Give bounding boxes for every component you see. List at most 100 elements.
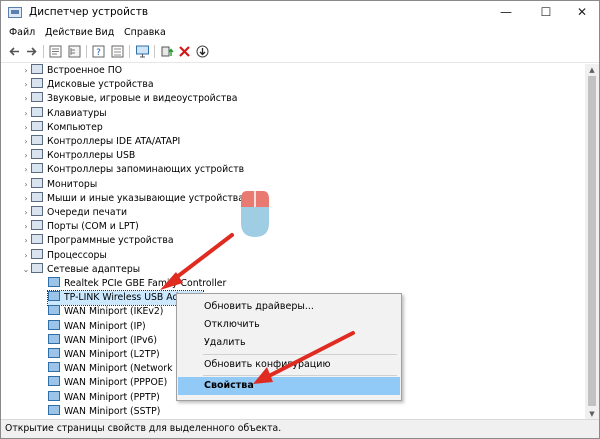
menu-action[interactable]: Действие	[45, 27, 93, 38]
ctx-uninstall[interactable]: Удалить	[178, 334, 400, 352]
device-category-icon	[31, 220, 43, 231]
tree-item-label: WAN Miniport (IKEv2)	[64, 306, 164, 318]
network-adapter-item[interactable]: WAN Miniport (PPPOE)	[48, 376, 167, 390]
tree-item-label: Сетевые адаптеры	[47, 263, 141, 275]
tree-category[interactable]: › Встроенное ПО	[21, 64, 122, 78]
tree-category[interactable]: › Дисковые устройства	[21, 78, 154, 92]
toolbar: ?	[1, 42, 599, 63]
back-icon[interactable]	[7, 44, 22, 59]
tree-category[interactable]: › Клавиатуры	[21, 106, 107, 121]
maximize-button[interactable]: ☐	[531, 1, 561, 23]
expand-right-icon[interactable]: ›	[21, 206, 31, 220]
tree-category[interactable]: › Контроллеры запоминающих устройств	[21, 163, 244, 177]
tree-category[interactable]: › Контроллеры IDE ATA/ATAPI	[21, 135, 180, 149]
network-adapter-icon	[48, 277, 60, 287]
expand-right-icon[interactable]: ›	[21, 249, 31, 263]
expand-down-icon[interactable]: ⌄	[21, 263, 31, 277]
update-driver-icon[interactable]	[159, 44, 174, 59]
expand-right-icon[interactable]: ›	[21, 163, 31, 177]
minimize-button[interactable]: —	[491, 1, 521, 23]
network-adapter-icon	[48, 376, 60, 387]
menu-file[interactable]: Файл	[9, 27, 35, 38]
network-adapter-item[interactable]: WAN Miniport (IP)	[48, 319, 146, 334]
forward-icon[interactable]	[24, 44, 39, 59]
network-adapter-item[interactable]: WAN Miniport (IKEv2)	[48, 305, 163, 319]
network-adapter-item[interactable]: WAN Miniport (SSTP)	[48, 404, 160, 419]
tree-category[interactable]: › Звуковые, игровые и видеоустройства	[21, 92, 237, 106]
tree-item-label: Порты (COM и LPT)	[47, 221, 139, 233]
network-adapter-icon	[48, 348, 60, 358]
ctx-properties[interactable]: Свойства	[178, 377, 400, 395]
device-category-icon	[31, 92, 43, 103]
scroll-up-icon[interactable]: ▲	[585, 64, 599, 76]
tree-category[interactable]: › Программные устройства	[21, 234, 174, 248]
tree-item-label: Контроллеры USB	[47, 150, 136, 162]
tree-item-label: Контроллеры запоминающих устройств	[47, 164, 245, 176]
tree-item-label: WAN Miniport (IPv6)	[64, 334, 158, 346]
tree-item-label: Мониторы	[47, 178, 98, 190]
expand-right-icon[interactable]: ›	[21, 220, 31, 234]
window-title: Диспетчер устройств	[29, 6, 149, 18]
close-button[interactable]: ✕	[567, 1, 597, 23]
expand-right-icon[interactable]: ›	[21, 135, 31, 149]
tree-item-label: WAN Miniport (Network M	[64, 363, 184, 375]
expand-right-icon[interactable]: ›	[21, 149, 31, 163]
uninstall-icon[interactable]	[177, 44, 192, 59]
device-category-icon	[31, 149, 43, 160]
network-adapter-item[interactable]: WAN Miniport (PPTP)	[48, 390, 160, 405]
device-category-icon	[31, 248, 43, 259]
tree-category[interactable]: › Мониторы	[21, 177, 98, 192]
expand-right-icon[interactable]: ›	[21, 78, 31, 92]
list-icon[interactable]	[110, 44, 125, 59]
device-manager-icon	[8, 7, 22, 18]
tree-item-label: WAN Miniport (PPTP)	[64, 391, 160, 403]
tree-category-expanded[interactable]: ⌄ Сетевые адаптеры	[21, 262, 141, 277]
menu-help[interactable]: Справка	[124, 27, 166, 38]
tree-category[interactable]: › Компьютер	[21, 120, 103, 135]
properties-icon[interactable]	[48, 44, 63, 59]
ctx-scan-hardware[interactable]: Обновить конфигурацию оборудования	[178, 356, 400, 388]
device-category-icon	[31, 64, 43, 74]
network-adapter-icon	[48, 333, 60, 344]
network-adapter-icon	[48, 305, 60, 316]
ctx-separator	[203, 354, 397, 355]
expand-right-icon[interactable]: ›	[21, 92, 31, 106]
tree-category[interactable]: › Контроллеры USB	[21, 149, 135, 163]
vertical-scrollbar[interactable]: ▲ ▼	[585, 64, 599, 420]
network-adapter-item[interactable]: Realtek PCIe GBE Family Controller	[48, 277, 226, 291]
expand-right-icon[interactable]: ›	[21, 178, 31, 192]
tree-category[interactable]: › Процессоры	[21, 248, 107, 263]
device-category-icon	[31, 191, 43, 202]
help-icon[interactable]: ?	[91, 44, 106, 59]
tree-item-label: WAN Miniport (PPPOE)	[64, 377, 168, 389]
network-adapter-icon	[48, 319, 60, 330]
tree-item-label: Компьютер	[47, 121, 103, 133]
network-adapter-item[interactable]: WAN Miniport (IPv6)	[48, 333, 158, 348]
network-adapter-item[interactable]: WAN Miniport (L2TP)	[48, 348, 160, 362]
expand-right-icon[interactable]: ›	[21, 121, 31, 135]
menu-bar: Файл Действие Вид Справка	[1, 25, 599, 41]
ctx-disable[interactable]: Отключить	[178, 316, 400, 334]
context-menu: Обновить драйверы... Отключить Удалить О…	[176, 293, 402, 401]
device-category-icon	[31, 106, 43, 117]
expand-right-icon[interactable]: ›	[21, 234, 31, 248]
monitor-icon[interactable]	[135, 44, 150, 59]
network-adapter-item[interactable]: WAN Miniport (Network M	[48, 362, 183, 376]
menu-view[interactable]: Вид	[95, 27, 114, 38]
tree-item-label: Встроенное ПО	[47, 65, 123, 76]
scroll-thumb[interactable]	[588, 76, 596, 406]
expand-right-icon[interactable]: ›	[21, 107, 31, 121]
tree-category[interactable]: › Очереди печати	[21, 206, 127, 220]
tree-category[interactable]: › Порты (COM и LPT)	[21, 220, 139, 234]
title-bar: Диспетчер устройств — ☐ ✕	[1, 1, 599, 25]
tree-item-label: Звуковые, игровые и видеоустройства	[47, 93, 238, 105]
expand-right-icon[interactable]: ›	[21, 192, 31, 206]
tree-icon[interactable]	[67, 44, 82, 59]
ctx-update-drivers[interactable]: Обновить драйверы...	[178, 298, 400, 316]
device-manager-window: Диспетчер устройств — ☐ ✕ Файл Действие …	[0, 0, 600, 439]
tree-item-label: Процессоры	[47, 249, 107, 261]
scan-hardware-icon[interactable]	[195, 44, 210, 59]
expand-right-icon[interactable]: ›	[21, 64, 31, 78]
tree-category[interactable]: › Мыши и иные указывающие устройства	[21, 191, 244, 206]
network-adapter-icon	[48, 390, 60, 401]
